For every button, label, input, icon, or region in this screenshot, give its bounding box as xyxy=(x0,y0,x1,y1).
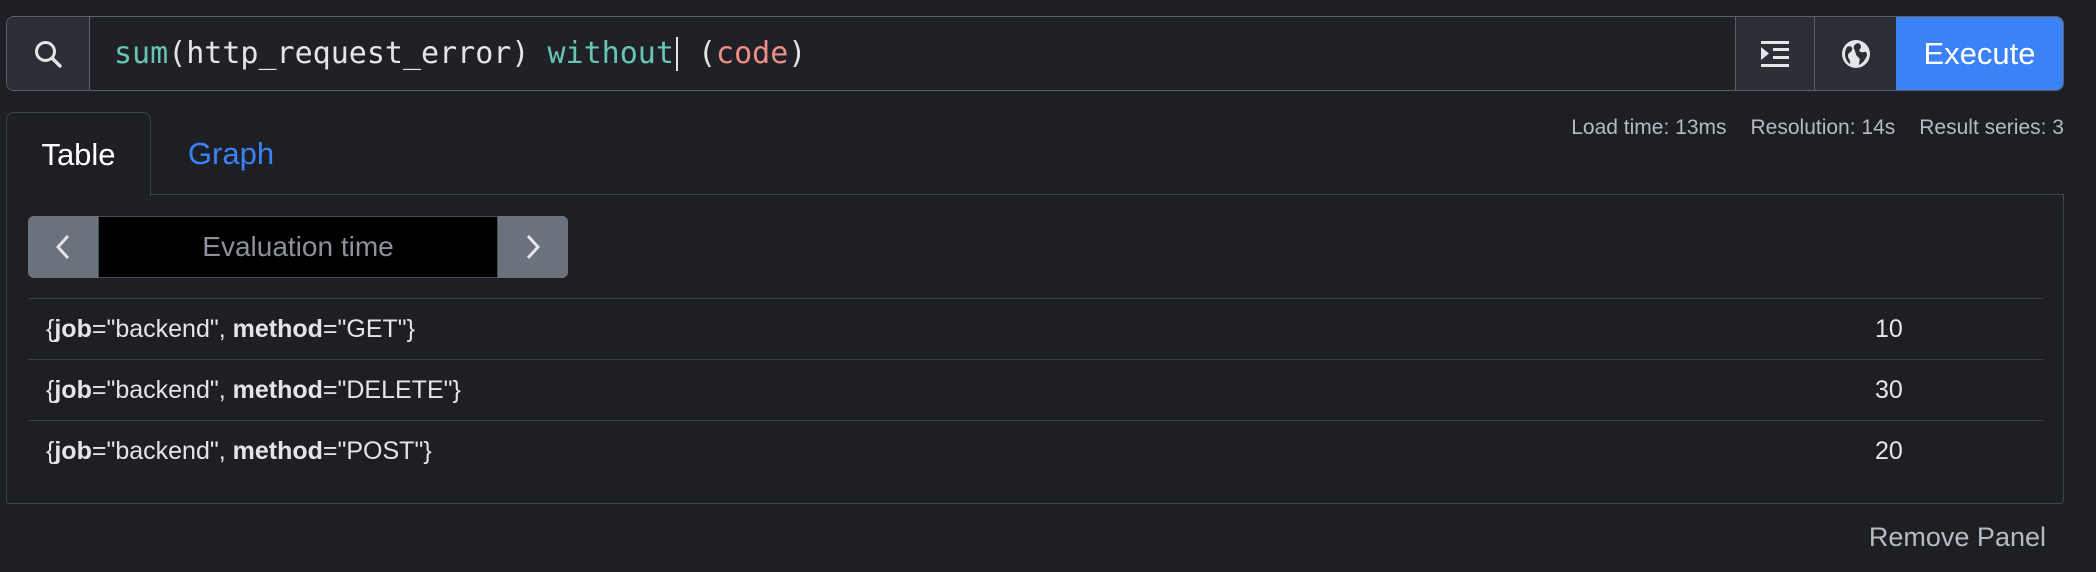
query-stats: Load time: 13ms Resolution: 14s Result s… xyxy=(1571,116,2064,140)
series-labels: {job="backend", method="POST"} xyxy=(46,436,432,465)
label-value: ="POST"} xyxy=(322,436,432,465)
expr-token-plain: ( xyxy=(679,36,717,71)
result-table: {job="backend", method="GET"} 10 {job="b… xyxy=(28,298,2043,481)
prometheus-panel: sum (http_request_error) without (code) E… xyxy=(0,0,2096,572)
evaluation-time-picker: Evaluation time xyxy=(28,216,568,278)
execute-button[interactable]: Execute xyxy=(1896,17,2063,90)
format-indent-icon xyxy=(1761,40,1789,67)
label-value: ="GET"} xyxy=(322,314,415,343)
series-value: 20 xyxy=(1875,436,1903,465)
search-box xyxy=(7,17,90,90)
expr-token-keyword: without xyxy=(547,36,674,71)
label-key: method xyxy=(232,314,323,343)
prev-eval-time-button[interactable] xyxy=(28,216,98,278)
tab-table[interactable]: Table xyxy=(6,112,151,196)
resolution-stat: Resolution: 14s xyxy=(1750,116,1896,139)
table-row: {job="backend", method="POST"} 20 xyxy=(28,420,2043,481)
tab-graph[interactable]: Graph xyxy=(151,112,311,196)
label-value: ="backend", xyxy=(91,314,233,343)
label-key: method xyxy=(232,375,323,404)
next-eval-time-button[interactable] xyxy=(498,216,568,278)
table-row: {job="backend", method="DELETE"} 30 xyxy=(28,359,2043,420)
text-caret xyxy=(675,36,678,71)
label-key: job xyxy=(54,314,92,343)
expr-token-plain: ) xyxy=(788,36,807,71)
format-expression-button[interactable] xyxy=(1735,17,1814,90)
table-panel: Evaluation time {job="backend", method="… xyxy=(6,194,2064,504)
series-value: 10 xyxy=(1875,314,1903,343)
result-series-stat: Result series: 3 xyxy=(1919,116,2064,139)
globe-icon xyxy=(1841,39,1870,68)
remove-panel-link[interactable]: Remove Panel xyxy=(1869,522,2046,553)
table-row: {job="backend", method="GET"} 10 xyxy=(28,298,2043,359)
chevron-left-icon xyxy=(55,234,70,260)
label-key: job xyxy=(54,436,92,465)
expression-input[interactable]: sum (http_request_error) without (code) xyxy=(90,17,1735,90)
search-icon xyxy=(35,40,62,68)
series-labels: {job="backend", method="DELETE"} xyxy=(46,375,461,404)
load-time-stat: Load time: 13ms xyxy=(1571,116,1727,139)
series-labels: {job="backend", method="GET"} xyxy=(46,314,415,343)
expr-token-label: code xyxy=(716,36,789,71)
query-bar: sum (http_request_error) without (code) E… xyxy=(6,16,2064,91)
label-value: ="DELETE"} xyxy=(322,375,461,404)
label-key: job xyxy=(54,375,92,404)
evaluation-time-input[interactable]: Evaluation time xyxy=(98,216,498,278)
label-value: ="backend", xyxy=(91,375,233,404)
expr-token-fn: sum xyxy=(114,36,169,71)
label-key: method xyxy=(232,436,323,465)
chevron-right-icon xyxy=(526,234,541,260)
expr-token-plain: (http_request_error) xyxy=(168,36,548,71)
metrics-explorer-button[interactable] xyxy=(1814,17,1896,90)
series-value: 30 xyxy=(1875,375,1903,404)
label-value: ="backend", xyxy=(91,436,233,465)
